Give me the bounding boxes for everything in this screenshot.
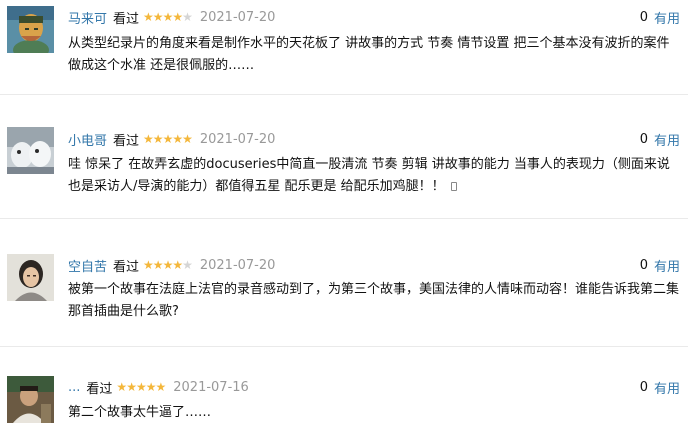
useful-button[interactable]: 有用	[654, 130, 680, 149]
watch-status: 看过	[113, 259, 140, 275]
useful-button[interactable]: 有用	[654, 8, 680, 27]
vote-area: 0 有用	[639, 8, 680, 27]
star-icon: ★	[162, 10, 174, 24]
useful-count: 0	[639, 257, 648, 273]
author-link[interactable]: 小电哥	[68, 130, 107, 149]
useful-count: 0	[639, 379, 648, 395]
avatar[interactable]	[7, 6, 54, 53]
mobile-icon	[450, 182, 457, 191]
star-icon: ★	[152, 132, 164, 146]
rating-stars: ★ ★ ★ ★ ★	[143, 132, 193, 146]
divider	[0, 346, 688, 347]
review-meta: 空自苦 看过 ★ ★ ★ ★ ★ 2021-07-20	[68, 256, 276, 275]
watch-status: 看过	[113, 133, 140, 149]
divider	[0, 94, 688, 95]
useful-button[interactable]: 有用	[654, 378, 680, 397]
review-date: 2021-07-20	[199, 9, 276, 25]
star-icon: ★	[182, 132, 193, 146]
review-date: 2021-07-20	[199, 131, 276, 147]
star-icon: ★	[135, 380, 147, 394]
rating-stars: ★ ★ ★ ★ ★	[143, 10, 193, 24]
star-empty-icon: ★	[182, 10, 193, 24]
review-meta: 小电哥 看过 ★ ★ ★ ★ ★ 2021-07-20	[68, 130, 276, 149]
review-text: 被第一个故事在法庭上法官的录音感动到了，为第三个故事，美国法律的人情味而动容！谁…	[68, 282, 680, 319]
author-link[interactable]: 空自苦	[68, 256, 107, 275]
review-meta: ... 看过 ★ ★ ★ ★ ★ 2021-07-16	[68, 378, 249, 397]
vote-area: 0 有用	[639, 378, 680, 397]
review-meta: 马来可 看过 ★ ★ ★ ★ ★ 2021-07-20	[68, 8, 276, 27]
rating-stars: ★ ★ ★ ★ ★	[116, 380, 166, 394]
useful-count: 0	[639, 131, 648, 147]
star-icon: ★	[143, 258, 154, 272]
star-icon: ★	[116, 380, 127, 394]
star-icon: ★	[143, 132, 154, 146]
vote-area: 0 有用	[639, 256, 680, 275]
author-link[interactable]: 马来可	[68, 8, 107, 27]
review-text: 哇 惊呆了 在故弄玄虚的docuseries中简直一股清流 节奏 剪辑 讲故事的…	[68, 154, 680, 198]
star-icon: ★	[162, 132, 174, 146]
star-icon: ★	[172, 10, 183, 24]
avatar[interactable]	[7, 254, 54, 301]
watch-status: 看过	[113, 11, 140, 27]
star-icon: ★	[155, 380, 166, 394]
watch-status: 看过	[86, 381, 113, 397]
author-link[interactable]: ...	[68, 380, 80, 395]
review-list: 马来可 看过 ★ ★ ★ ★ ★ 2021-07-20 0 有用 从类型纪录片的角度来看…	[0, 0, 688, 441]
rating-stars: ★ ★ ★ ★ ★	[143, 258, 193, 272]
star-icon: ★	[126, 380, 137, 394]
review-text: 第二个故事太牛逼了……	[68, 405, 212, 420]
useful-button[interactable]: 有用	[654, 256, 680, 275]
star-icon: ★	[172, 132, 183, 146]
star-empty-icon: ★	[182, 258, 193, 272]
review-text-content: 哇 惊呆了 在故弄玄虚的docuseries中简直一股清流 节奏 剪辑 讲故事的…	[68, 157, 670, 194]
star-icon: ★	[162, 258, 174, 272]
review-date: 2021-07-20	[199, 257, 276, 273]
star-icon: ★	[143, 10, 154, 24]
avatar[interactable]	[7, 376, 54, 423]
avatar[interactable]	[7, 127, 54, 174]
review-date: 2021-07-16	[173, 379, 249, 395]
star-icon: ★	[152, 10, 164, 24]
star-icon: ★	[145, 380, 157, 394]
divider	[0, 218, 688, 219]
vote-area: 0 有用	[639, 130, 680, 149]
star-icon: ★	[172, 258, 183, 272]
useful-count: 0	[639, 9, 648, 25]
star-icon: ★	[152, 258, 164, 272]
review-text: 从类型纪录片的角度来看是制作水平的天花板了 讲故事的方式 节奏 情节设置 把三个…	[68, 36, 670, 73]
